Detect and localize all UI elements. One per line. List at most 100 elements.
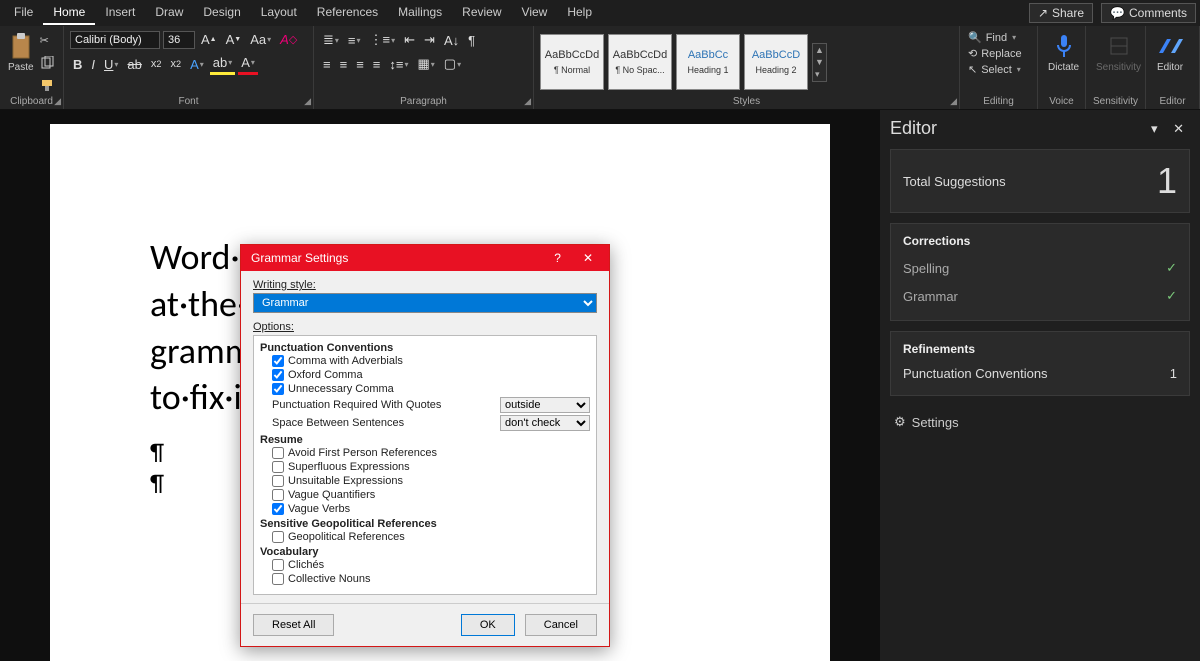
styles-gallery-toggle[interactable]: ▲ ▼ ▾	[812, 43, 827, 82]
font-launcher-icon[interactable]: ◢	[304, 96, 311, 107]
grammar-row[interactable]: Grammar ✓	[903, 282, 1177, 310]
dictate-button[interactable]: Dictate	[1044, 30, 1083, 75]
paragraph-launcher-icon[interactable]: ◢	[524, 96, 531, 107]
checkbox[interactable]	[272, 489, 284, 501]
superscript-icon[interactable]: x2	[167, 56, 184, 72]
opt-first-person[interactable]: Avoid First Person References	[272, 446, 590, 460]
menu-references[interactable]: References	[307, 1, 388, 25]
numbering-icon[interactable]: ≡▾	[345, 30, 364, 50]
style-heading1[interactable]: AaBbCc Heading 1	[676, 34, 740, 90]
opt-geo-refs[interactable]: Geopolitical References	[272, 530, 590, 544]
sensitivity-button[interactable]: Sensitivity	[1092, 30, 1145, 75]
ok-button[interactable]: OK	[461, 614, 515, 636]
menu-mailings[interactable]: Mailings	[388, 1, 452, 25]
underline-icon[interactable]: U▾	[101, 55, 121, 74]
menu-review[interactable]: Review	[452, 1, 511, 25]
highlight-icon[interactable]: ab▾	[210, 53, 235, 75]
opt-unsuitable[interactable]: Unsuitable Expressions	[272, 474, 590, 488]
opt-vague-verbs[interactable]: Vague Verbs	[272, 502, 590, 516]
options-listbox[interactable]: Punctuation Conventions Comma with Adver…	[253, 335, 597, 595]
copy-icon[interactable]	[40, 56, 56, 72]
opt-cliches[interactable]: Clichés	[272, 558, 590, 572]
align-left-icon[interactable]: ≡	[320, 54, 334, 74]
decrease-indent-icon[interactable]: ⇤	[401, 30, 418, 50]
change-case-icon[interactable]: Aa▾	[247, 30, 274, 49]
spelling-row[interactable]: Spelling ✓	[903, 254, 1177, 282]
checkbox[interactable]	[272, 383, 284, 395]
close-icon[interactable]: ✕	[1167, 121, 1190, 136]
bold-icon[interactable]: B	[70, 55, 85, 74]
cut-icon[interactable]: ✂	[40, 34, 56, 50]
line-spacing-icon[interactable]: ↕≡▾	[386, 54, 411, 74]
punctuation-conventions-row[interactable]: Punctuation Conventions 1	[903, 362, 1177, 385]
clipboard-launcher-icon[interactable]: ◢	[54, 96, 61, 107]
align-center-icon[interactable]: ≡	[337, 54, 351, 74]
clear-format-icon[interactable]: A◇	[277, 30, 300, 49]
menu-draw[interactable]: Draw	[145, 1, 193, 25]
menu-file[interactable]: File	[4, 1, 43, 25]
checkbox[interactable]	[272, 573, 284, 585]
italic-icon[interactable]: I	[88, 55, 98, 74]
format-painter-icon[interactable]	[40, 78, 56, 94]
paste-button[interactable]: Paste	[6, 30, 36, 75]
opt-unnecessary-comma[interactable]: Unnecessary Comma	[272, 382, 590, 396]
select-button[interactable]: ↖Select▾	[966, 62, 1023, 77]
style-nospacing[interactable]: AaBbCcDd ¶ No Spac...	[608, 34, 672, 90]
menu-insert[interactable]: Insert	[95, 1, 145, 25]
strike-icon[interactable]: ab	[124, 55, 144, 74]
sort-icon[interactable]: A↓	[441, 30, 462, 50]
bullets-icon[interactable]: ≣▾	[320, 30, 342, 50]
checkbox[interactable]	[272, 461, 284, 473]
menu-view[interactable]: View	[512, 1, 558, 25]
comments-button[interactable]: 💬 Comments	[1101, 3, 1196, 23]
reset-all-button[interactable]: Reset All	[253, 614, 334, 636]
editor-button[interactable]: Editor	[1152, 30, 1188, 75]
menu-layout[interactable]: Layout	[251, 1, 307, 25]
increase-indent-icon[interactable]: ⇥	[421, 30, 438, 50]
find-button[interactable]: 🔍Find▾	[966, 30, 1018, 45]
space-select[interactable]: don't check	[500, 415, 590, 431]
dialog-titlebar[interactable]: Grammar Settings ? ✕	[241, 245, 609, 271]
quotes-select[interactable]: outside	[500, 397, 590, 413]
menu-help[interactable]: Help	[557, 1, 602, 25]
style-heading2[interactable]: AaBbCcD Heading 2	[744, 34, 808, 90]
chevron-down-icon[interactable]: ▾	[1145, 121, 1164, 136]
total-suggestions-section[interactable]: Total Suggestions 1	[890, 149, 1190, 213]
checkbox[interactable]	[272, 475, 284, 487]
opt-collective-nouns[interactable]: Collective Nouns	[272, 572, 590, 586]
checkbox[interactable]	[272, 447, 284, 459]
checkbox[interactable]	[272, 559, 284, 571]
opt-comma-adverbials[interactable]: Comma with Adverbials	[272, 354, 590, 368]
close-icon[interactable]: ✕	[577, 251, 599, 265]
shading-icon[interactable]: ▦▾	[414, 54, 437, 74]
share-button[interactable]: ↗ Share	[1029, 3, 1093, 23]
writing-style-select[interactable]: Grammar	[253, 293, 597, 313]
align-right-icon[interactable]: ≡	[353, 54, 367, 74]
decrease-font-icon[interactable]: A▼	[223, 30, 245, 49]
opt-vague-quant[interactable]: Vague Quantifiers	[272, 488, 590, 502]
help-icon[interactable]: ?	[548, 251, 567, 265]
text-effects-icon[interactable]: A▾	[187, 55, 207, 74]
show-marks-icon[interactable]: ¶	[465, 30, 478, 50]
font-size-select[interactable]	[163, 31, 195, 49]
editor-settings-button[interactable]: ⚙ Settings	[890, 406, 1190, 438]
borders-icon[interactable]: ▢▾	[441, 54, 464, 74]
justify-icon[interactable]: ≡	[370, 54, 384, 74]
checkbox[interactable]	[272, 355, 284, 367]
checkbox[interactable]	[272, 503, 284, 515]
subscript-icon[interactable]: x2	[148, 56, 165, 72]
checkbox[interactable]	[272, 369, 284, 381]
font-color-icon[interactable]: A▾	[238, 53, 258, 75]
styles-launcher-icon[interactable]: ◢	[950, 96, 957, 107]
replace-button[interactable]: ⟲Replace	[966, 46, 1024, 61]
opt-oxford-comma[interactable]: Oxford Comma	[272, 368, 590, 382]
cancel-button[interactable]: Cancel	[525, 614, 597, 636]
opt-superfluous[interactable]: Superfluous Expressions	[272, 460, 590, 474]
increase-font-icon[interactable]: A▲	[198, 30, 220, 49]
style-normal[interactable]: AaBbCcDd ¶ Normal	[540, 34, 604, 90]
font-name-select[interactable]	[70, 31, 160, 49]
menu-home[interactable]: Home	[43, 1, 95, 25]
menu-design[interactable]: Design	[193, 1, 250, 25]
multilevel-icon[interactable]: ⋮≡▾	[367, 30, 399, 50]
checkbox[interactable]	[272, 531, 284, 543]
